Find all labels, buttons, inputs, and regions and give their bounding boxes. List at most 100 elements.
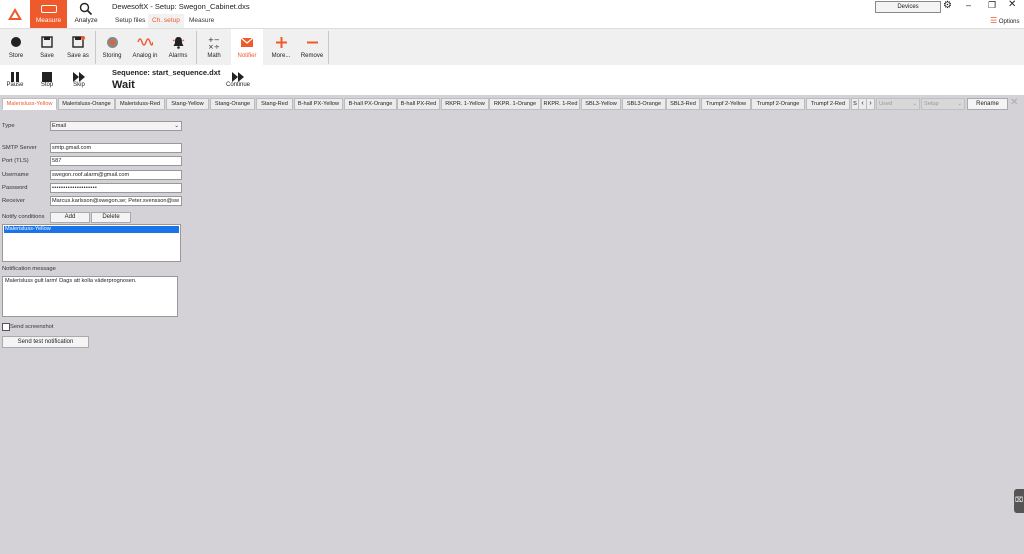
type-select[interactable]: Email ⌄ xyxy=(50,121,182,131)
analog-in-button[interactable]: Analog in xyxy=(130,29,160,66)
tab-sbl3-red[interactable]: SBL3-Red xyxy=(666,98,700,110)
analyze-mode-button[interactable]: Analyze xyxy=(70,0,102,28)
list-item[interactable]: Malerisluss-Yellow xyxy=(4,226,179,233)
subtab-setup-files[interactable]: Setup files xyxy=(115,17,145,24)
notification-message-input[interactable]: Malerisluss gult larm! Dags att kolla vä… xyxy=(2,276,178,317)
remove-button[interactable]: Remove xyxy=(298,29,326,66)
sine-wave-icon xyxy=(137,38,153,46)
tab-sbl3-yellow[interactable]: SBL3-Yellow xyxy=(581,98,621,110)
receiver-input[interactable]: Marcus.karlsson@swegon.se; Peter.svensso… xyxy=(50,196,182,206)
chevron-down-icon: ⌄ xyxy=(912,101,917,107)
password-label: Password xyxy=(2,185,28,191)
tab-b-hall-px-red[interactable]: B-hall PX-Red xyxy=(397,98,440,110)
tab-rkpr-1-red[interactable]: RKPR. 1-Red xyxy=(541,98,580,110)
close-icon[interactable]: ✕ xyxy=(1008,0,1016,10)
conditions-list[interactable]: Malerisluss-Yellow xyxy=(2,224,181,262)
send-test-notification-button[interactable]: Send test notification xyxy=(2,336,89,348)
store-button[interactable]: Store xyxy=(2,29,30,66)
chevron-down-icon: ⌄ xyxy=(957,101,962,107)
add-condition-button[interactable]: Add xyxy=(50,212,90,223)
search-icon xyxy=(79,2,93,16)
save-button[interactable]: Save xyxy=(33,29,61,66)
rename-button[interactable]: Rename xyxy=(967,98,1008,110)
record-icon xyxy=(11,37,21,47)
receiver-label: Receiver xyxy=(2,198,25,204)
used-filter-select[interactable]: Used ⌄ xyxy=(876,98,920,110)
alarms-button[interactable]: Alarms xyxy=(164,29,192,66)
more-button[interactable]: More... xyxy=(266,29,296,66)
tools-icon[interactable]: ✕ xyxy=(1010,97,1018,108)
analyze-label: Analyze xyxy=(74,17,98,24)
pause-button[interactable]: Pause xyxy=(2,67,28,93)
tab-sbl3-orange[interactable]: SBL3-Orange xyxy=(622,98,666,110)
pause-icon xyxy=(11,72,19,82)
plus-icon xyxy=(275,36,287,48)
port-input[interactable]: 587 xyxy=(50,156,182,166)
menu-icon: ☰ xyxy=(990,16,998,25)
tab-trumpf-2-orange[interactable]: Trumpf 2-Orange xyxy=(751,98,805,110)
options-menu[interactable]: ☰ Options xyxy=(990,16,1020,25)
measure-mode-button[interactable]: Measure xyxy=(30,0,67,28)
tab-trumpf-2-red[interactable]: Trumpf 2-Red xyxy=(806,98,850,110)
toolbar-separator xyxy=(196,31,197,64)
setup-select-value: Setup xyxy=(924,101,939,107)
port-label: Port (TLS) xyxy=(2,158,29,164)
used-filter-value: Used xyxy=(879,101,893,107)
sequence-state: Wait xyxy=(112,79,135,91)
tab-malerisluss-orange[interactable]: Malerisluss-Orange xyxy=(58,98,115,110)
subtab-ch-setup[interactable]: Ch. setup xyxy=(152,17,180,24)
dewesoft-logo[interactable] xyxy=(0,0,30,28)
smtp-server-label: SMTP Server xyxy=(2,145,37,151)
save-icon xyxy=(41,36,53,48)
sequence-name: Sequence: start_sequence.dxt xyxy=(112,68,221,77)
devices-button[interactable]: Devices xyxy=(875,1,941,13)
send-screenshot-checkbox[interactable] xyxy=(2,323,10,331)
storing-button[interactable]: Storing xyxy=(98,29,126,66)
type-select-value: Email xyxy=(52,123,66,129)
tab-b-hall-px-orange[interactable]: B-hall PX-Orange xyxy=(344,98,397,110)
username-input[interactable]: swegon.roof.alarm@gmail.com xyxy=(50,170,182,180)
notifier-button[interactable]: Notifier xyxy=(231,29,263,66)
subtab-measure[interactable]: Measure xyxy=(189,17,214,24)
skip-button[interactable]: Skip xyxy=(66,67,92,93)
tab-stang-yellow[interactable]: Stang-Yellow xyxy=(166,98,209,110)
options-label: Options xyxy=(998,19,1020,25)
minus-icon xyxy=(306,41,318,43)
minimize-icon[interactable]: – xyxy=(966,0,971,10)
tab-rkpr-1-orange[interactable]: RKPR. 1-Orange xyxy=(489,98,541,110)
save-as-icon xyxy=(71,36,85,48)
toolbar-separator xyxy=(328,31,329,64)
tab-scroll-right-icon[interactable]: › xyxy=(866,98,875,110)
setup-select[interactable]: Setup ⌄ xyxy=(921,98,965,110)
continue-button[interactable]: Continue xyxy=(224,67,252,93)
gear-icon[interactable]: ⚙ xyxy=(943,0,952,11)
tab-stang-orange[interactable]: Stang-Orange xyxy=(210,98,255,110)
measure-label: Measure xyxy=(35,17,62,24)
side-panel-handle[interactable]: ⌧ xyxy=(1014,489,1024,513)
smtp-server-input[interactable]: smtp.gmail.com xyxy=(50,143,182,153)
continue-icon xyxy=(232,72,244,82)
delete-condition-button[interactable]: Delete xyxy=(91,212,131,223)
restore-icon[interactable]: ❐ xyxy=(988,0,996,11)
tab-rkpr-1-yellow[interactable]: RKPR. 1-Yellow xyxy=(441,98,489,110)
bell-icon xyxy=(172,36,184,49)
skip-icon xyxy=(73,72,85,82)
measure-icon xyxy=(41,5,57,13)
tab-malerisluss-yellow[interactable]: Malerisluss-Yellow xyxy=(2,98,57,110)
tab-b-hall-px-yellow[interactable]: B-hall PX-Yellow xyxy=(294,98,343,110)
stop-button[interactable]: Stop xyxy=(34,67,60,93)
password-input[interactable]: •••••••••••••••••••• xyxy=(50,183,182,193)
logo-icon xyxy=(8,8,22,20)
username-label: Username xyxy=(2,172,29,178)
math-button[interactable]: +− ×÷ Math xyxy=(200,29,228,66)
tab-malerisluss-red[interactable]: Malerisluss-Red xyxy=(115,98,165,110)
notify-conditions-label: Notify conditions xyxy=(2,214,45,220)
app-title: DewesoftX - Setup: Swegon_Cabinet.dxs xyxy=(112,2,250,11)
tab-trumpf-2-yellow[interactable]: Trumpf 2-Yellow xyxy=(701,98,751,110)
tab-stang-red[interactable]: Stang-Red xyxy=(256,98,293,110)
save-as-button[interactable]: Save as xyxy=(64,29,92,66)
chevron-down-icon: ⌄ xyxy=(174,123,179,129)
type-label: Type xyxy=(2,123,15,129)
math-icon: +−×÷ xyxy=(208,36,220,49)
envelope-icon xyxy=(240,37,254,47)
